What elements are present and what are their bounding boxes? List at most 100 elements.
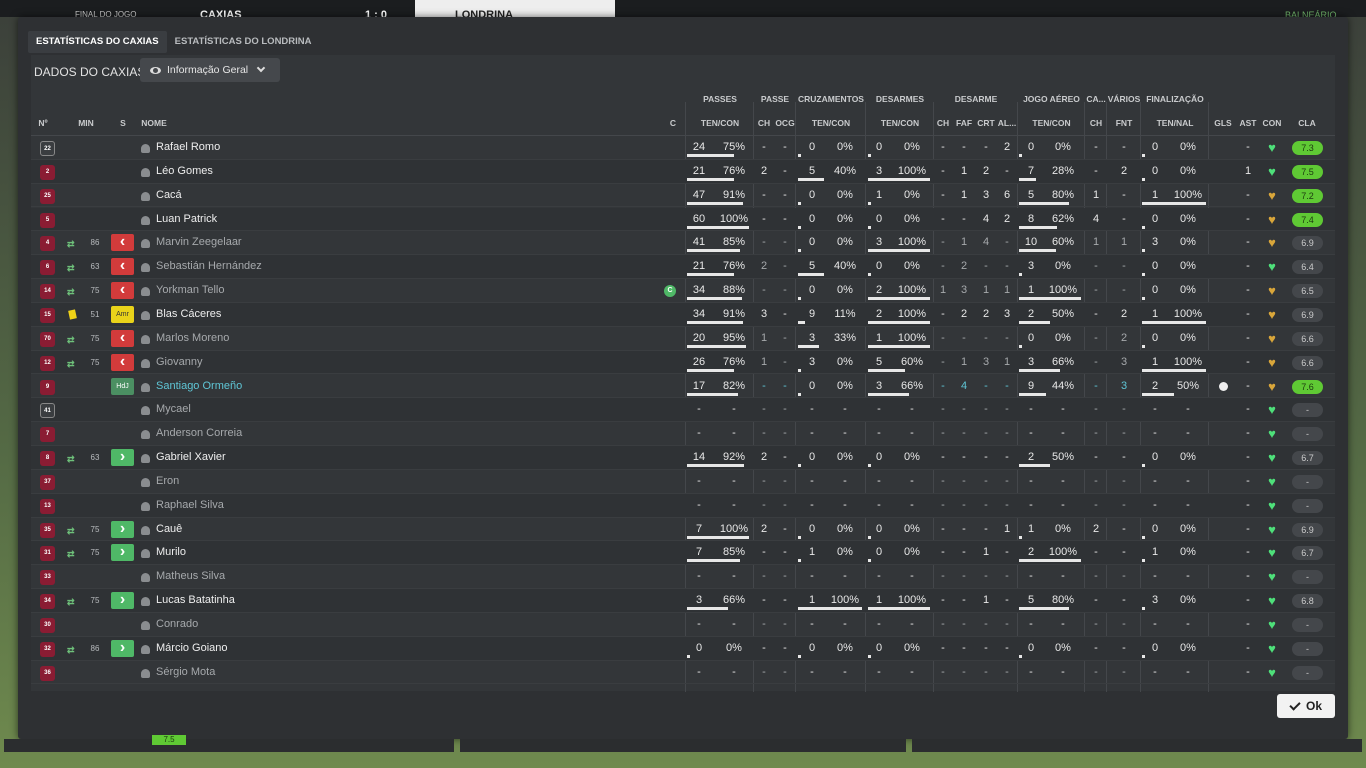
tab-londrina-stats[interactable]: ESTATÍSTICAS DO LONDRINA — [167, 31, 320, 53]
rating-badge: - — [1292, 665, 1323, 680]
table-row[interactable]: 22 Rafael Romo 24 75% - -0 0% 0 0% - - -2 0 0% - -0 0% - ♥… — [31, 136, 1335, 160]
col-passe-ocg[interactable]: OCG — [774, 118, 796, 128]
subbed-off-icon: ‹ — [111, 329, 134, 347]
condition-heart-icon: ♥ — [1268, 640, 1276, 656]
table-row[interactable]: 6 ⇄ 63 ‹ Sebastián Hernández 21 76% 2-5 40% 0 0% -2… — [31, 255, 1335, 280]
col-ast[interactable]: AST — [1237, 118, 1259, 128]
key-passes: - — [762, 618, 766, 630]
col-desarmes[interactable]: TEN/CON — [866, 118, 934, 128]
table-row[interactable]: 4 ⇄ 86 ‹ Marvin Zeegelaar 41 85% - -0 0% 3 100% -1 4-… — [31, 231, 1335, 256]
table-row[interactable]: 33 Matheus Silva - - - - - - - - - - - - - - - - - - - ♥ - — [31, 565, 1335, 590]
player-name[interactable]: Cacá — [156, 184, 182, 207]
col-min[interactable]: MIN — [75, 118, 97, 128]
table-row[interactable]: 9 HdJ Santiago Ormeño 17 82% - -0 0% 3 66% -4- -9 44… — [31, 375, 1335, 399]
table-row[interactable]: 13 Raphael Silva - - - - - - - - - - - - - - - - - - - ♥ - — [31, 493, 1335, 518]
success-rate-bar — [687, 177, 735, 181]
success-rate-bar — [1019, 392, 1047, 396]
crosses-pct: 0% — [837, 141, 853, 153]
player-name[interactable]: Gabriel Xavier — [156, 446, 226, 469]
crosses-attempted: 0 — [808, 284, 816, 297]
player-name[interactable]: Giovanny — [156, 351, 202, 374]
col-final[interactable]: TEN/NAL — [1141, 118, 1209, 128]
player-name[interactable]: Rafael Romo — [156, 136, 220, 159]
col-cla[interactable]: CLA — [1289, 118, 1325, 128]
table-row[interactable]: 15 51 Amr Blas Cáceres 34 91% 3-9 11% 2 100% -2 2 3 2… — [31, 302, 1335, 327]
table-row[interactable]: 30 Conrado - - - - - - - - - - - - - - - - - - - ♥ - — [31, 613, 1335, 637]
player-name[interactable]: Marvin Zeegelaar — [156, 231, 242, 254]
ok-button[interactable]: Ok — [1277, 694, 1335, 718]
misc-value: - — [1122, 641, 1126, 654]
player-name[interactable]: Murilo — [156, 541, 186, 564]
col-num[interactable]: Nº — [33, 118, 53, 128]
tackles-attempted: 0 — [875, 522, 883, 535]
table-row[interactable]: 37 Eron - - - - - - - - - - - - - - - - - - - ♥ - — [31, 470, 1335, 494]
view-selector[interactable]: Informação Geral — [140, 58, 280, 82]
col-passe-ch[interactable]: CH — [754, 118, 774, 128]
subbed-off-icon: ‹ — [111, 258, 134, 276]
player-name[interactable]: Blas Cáceres — [156, 303, 221, 326]
locker-room-link[interactable]: BALNEÁRIO — [1285, 0, 1337, 17]
table-row[interactable]: 25 Cacá 47 91% - -0 0% 1 0% -1 3 6 5 80% 1-1 100% - ♥ 7.2 — [31, 184, 1335, 208]
player-name[interactable]: Cauê — [156, 518, 182, 541]
col-nome[interactable]: NOME — [139, 118, 169, 128]
chances-created: - — [783, 236, 787, 249]
person-icon — [141, 525, 150, 535]
condition-heart-icon: ♥ — [1268, 187, 1276, 203]
player-name[interactable]: Santiago Ormeño — [156, 375, 242, 398]
col-c[interactable]: C — [668, 118, 678, 128]
table-row[interactable]: 12 ⇄ 75 ‹ Giovanny 26 76% 1-3 0% 5 60% -1 3 1 3 66% -3 1 1… — [31, 350, 1335, 375]
col-des-ch[interactable]: CH — [934, 118, 952, 128]
player-name[interactable]: Yorkman Tello — [156, 279, 225, 302]
subbed-on-icon: › — [111, 592, 134, 610]
player-name[interactable]: Luan Patrick — [156, 208, 217, 231]
player-name[interactable]: Mycael — [156, 398, 191, 421]
table-row[interactable]: 5 Luan Patrick 60 100% - -0 0% 0 0% - -4 2 8 62% 4-0 0%… — [31, 207, 1335, 232]
player-name[interactable]: Anderson Correia — [156, 422, 242, 445]
col-des-al[interactable]: AL... — [996, 118, 1018, 128]
player-name[interactable]: Raphael Silva — [156, 494, 224, 517]
tab-caxias-stats[interactable]: ESTATÍSTICAS DO CAXIAS — [28, 31, 167, 53]
player-name[interactable]: Léo Gomes — [156, 160, 213, 183]
col-gls[interactable]: GLS — [1209, 118, 1237, 128]
table-row[interactable]: 7 Anderson Correia - - - - - - - - - - - - - - - - - - - ♥ - — [31, 422, 1335, 446]
shots-pct: 0% — [1180, 451, 1196, 464]
col-fnt[interactable]: FNT — [1107, 118, 1141, 128]
interceptions: - — [984, 260, 988, 273]
table-row[interactable]: 36 Sérgio Mota - - - - - - - - - - - - - - - - - - - ♥ - — [31, 661, 1335, 685]
col-des-faf[interactable]: FAF — [953, 118, 975, 128]
table-row[interactable]: 2 Léo Gomes 21 76% 2-5 40% 3 100% -1 2-7 28% -2 0 0% 1… — [31, 159, 1335, 184]
player-name[interactable]: Eron — [156, 470, 179, 493]
col-passes[interactable]: TEN/CON — [686, 118, 754, 128]
crosses-attempted: 0 — [808, 141, 816, 153]
tackle-key: - — [941, 164, 945, 177]
table-row[interactable]: 8 ⇄ 63 › Gabriel Xavier 14 92% 2-0 0% 0 0% - - - -2 50%… — [31, 446, 1335, 470]
player-name[interactable]: Lucas Batatinha — [156, 589, 235, 612]
table-row[interactable]: 32 ⇄ 86 › Márcio Goiano 0 0% - - 0 0% 0 0% - - - - 0 0% - - 0… — [31, 636, 1335, 661]
player-name[interactable]: Sebastián Hernández — [156, 255, 262, 278]
player-name[interactable]: Sérgio Mota — [156, 661, 215, 684]
col-con[interactable]: CON — [1259, 118, 1285, 128]
table-row[interactable]: 14 ⇄ 75 ‹ Yorkman Tello C 34 88% - -0 0% 2 100% 1 3 1 1 1… — [31, 279, 1335, 303]
passes-attempted: - — [697, 474, 701, 487]
col-s[interactable]: S — [116, 118, 130, 128]
player-name[interactable]: Matheus Silva — [156, 565, 225, 588]
player-name[interactable]: Márcio Goiano — [156, 637, 228, 660]
player-name[interactable]: Marlos Moreno — [156, 327, 229, 350]
col-ca-ch[interactable]: CH — [1085, 118, 1107, 128]
table-row[interactable]: 31 ⇄ 75 › Murilo 7 85% - -1 0% 0 0% - -1-2 100% - -1 0% - ♥… — [31, 541, 1335, 566]
col-des-crt[interactable]: CRT — [976, 118, 996, 128]
chances-created: - — [783, 212, 787, 225]
table-row[interactable]: 70 ⇄ 75 ‹ Marlos Moreno 20 95% 1-3 33% 1 100% - - - -0… — [31, 327, 1335, 351]
shirt-number-icon: 2 — [40, 164, 55, 180]
col-cruz[interactable]: TEN/CON — [796, 118, 866, 128]
table-row[interactable]: 35 ⇄ 75 › Cauê 7 100% 2-0 0% 0 0% - - -1 1 0% 2-0 0% - ♥ 6.9 — [31, 518, 1335, 542]
assists: - — [1246, 331, 1250, 344]
cards-value: - — [1094, 594, 1098, 607]
tackles-attempted: - — [877, 570, 881, 583]
col-aereo[interactable]: TEN/CON — [1018, 118, 1085, 128]
success-rate-bar — [1142, 225, 1145, 229]
table-row[interactable]: 34 ⇄ 75 › Lucas Batatinha 3 66% - -1 100% 1 100% - -1… — [31, 589, 1335, 613]
crosses-pct: 11% — [834, 307, 856, 320]
table-row[interactable]: 41 Mycael - - - - - - - - - - - - - - - - - - - ♥ - — [31, 398, 1335, 423]
player-name[interactable]: Conrado — [156, 613, 198, 636]
